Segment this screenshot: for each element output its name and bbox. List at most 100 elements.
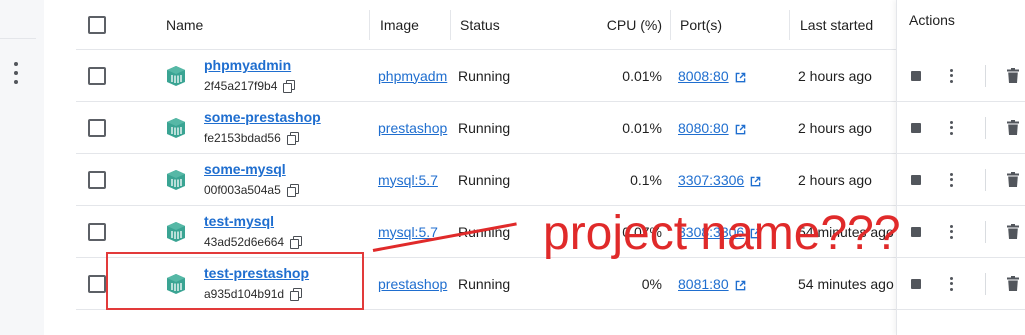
last-started-text: 54 minutes ago bbox=[798, 275, 894, 292]
column-divider bbox=[670, 10, 671, 40]
more-actions-icon[interactable] bbox=[950, 224, 954, 239]
image-link[interactable]: phpmyadm bbox=[378, 68, 447, 84]
row-checkbox[interactable] bbox=[88, 66, 106, 85]
column-divider bbox=[789, 10, 790, 40]
row-checkbox[interactable] bbox=[88, 274, 106, 293]
more-actions-icon[interactable] bbox=[950, 172, 954, 187]
column-header-cpu[interactable]: CPU (%) bbox=[552, 0, 662, 49]
action-divider bbox=[985, 116, 986, 139]
copy-icon[interactable] bbox=[283, 80, 296, 93]
status-text: Running bbox=[458, 119, 511, 136]
port-link[interactable]: 3307:3306 bbox=[678, 172, 744, 188]
container-id-row: 2f45a217f9b4 bbox=[204, 79, 296, 93]
row-checkbox[interactable] bbox=[88, 118, 106, 137]
annotation-highlight-box bbox=[106, 252, 364, 310]
stop-icon[interactable] bbox=[911, 70, 921, 81]
more-actions-icon[interactable] bbox=[950, 276, 954, 291]
stop-icon[interactable] bbox=[911, 278, 921, 289]
column-header-name[interactable]: Name bbox=[166, 0, 203, 49]
container-name-block: some-mysql 00f003a504a5 bbox=[204, 160, 299, 197]
cpu-usage: 0.01% bbox=[622, 67, 662, 84]
row-actions bbox=[897, 102, 1025, 154]
port-link[interactable]: 8008:80 bbox=[678, 68, 729, 84]
image-link[interactable]: prestashop bbox=[378, 120, 447, 136]
table-row[interactable]: some-mysql 00f003a504a5 mysql:5.7 Running 0.… bbox=[76, 154, 1025, 206]
port-cell: 8080:80 bbox=[678, 102, 746, 153]
container-id: 2f45a217f9b4 bbox=[204, 79, 278, 93]
port-cell: 8081:80 bbox=[678, 258, 746, 309]
port-link[interactable]: 8081:80 bbox=[678, 276, 729, 292]
column-header-last-started[interactable]: Last started bbox=[800, 0, 873, 49]
container-name-link[interactable]: some-prestashop bbox=[204, 108, 321, 126]
external-link-icon[interactable] bbox=[735, 70, 746, 83]
more-actions-icon[interactable] bbox=[950, 68, 954, 83]
column-header-image[interactable]: Image bbox=[380, 0, 419, 49]
port-cell: 8008:80 bbox=[678, 50, 746, 101]
stop-icon[interactable] bbox=[911, 226, 921, 237]
external-link-icon[interactable] bbox=[750, 174, 761, 187]
trash-icon[interactable] bbox=[1007, 119, 1019, 135]
action-divider bbox=[985, 168, 986, 191]
trash-icon[interactable] bbox=[1007, 67, 1019, 83]
copy-icon[interactable] bbox=[290, 236, 303, 249]
image-cell: phpmyadm bbox=[378, 50, 447, 101]
image-link[interactable]: prestashop bbox=[378, 276, 447, 292]
column-divider bbox=[369, 10, 370, 40]
column-header-ports[interactable]: Port(s) bbox=[680, 0, 722, 49]
left-sidebar-strip bbox=[0, 0, 44, 335]
select-all-checkbox[interactable] bbox=[88, 15, 106, 34]
container-id-row: 00f003a504a5 bbox=[204, 183, 299, 197]
container-name-link[interactable]: test-mysql bbox=[204, 212, 301, 230]
stop-icon[interactable] bbox=[911, 174, 921, 185]
container-id: fe2153bdad56 bbox=[204, 131, 281, 145]
row-actions bbox=[897, 206, 1025, 258]
container-icon bbox=[164, 65, 188, 87]
sidebar-divider bbox=[0, 38, 36, 39]
image-cell: prestashop bbox=[378, 102, 447, 153]
copy-icon[interactable] bbox=[286, 184, 299, 197]
container-icon bbox=[164, 169, 188, 191]
container-name-link[interactable]: some-mysql bbox=[204, 160, 298, 178]
actions-column: Actions bbox=[896, 0, 1025, 335]
container-id-row: fe2153bdad56 bbox=[204, 131, 321, 145]
container-id: 43ad52d6e664 bbox=[204, 235, 285, 249]
table-header: Name Image Status CPU (%) Port(s) Last s… bbox=[76, 0, 1025, 50]
container-id-row: 43ad52d6e664 bbox=[204, 235, 303, 249]
row-checkbox[interactable] bbox=[88, 170, 106, 189]
column-divider bbox=[450, 10, 451, 40]
port-link[interactable]: 8080:80 bbox=[678, 120, 729, 136]
action-divider bbox=[985, 64, 986, 87]
cpu-usage: 0.01% bbox=[622, 119, 662, 136]
trash-icon[interactable] bbox=[1007, 223, 1019, 239]
stop-icon[interactable] bbox=[911, 122, 921, 133]
container-icon bbox=[164, 117, 188, 139]
table-row[interactable]: some-prestashop fe2153bdad56 prestashop Run… bbox=[76, 102, 1025, 154]
container-icon bbox=[164, 221, 188, 243]
image-link[interactable]: mysql:5.7 bbox=[378, 172, 438, 188]
row-actions bbox=[897, 258, 1025, 310]
column-header-actions: Actions bbox=[909, 12, 955, 28]
sidebar-more-icon[interactable] bbox=[12, 62, 20, 84]
row-actions bbox=[897, 50, 1025, 102]
trash-icon[interactable] bbox=[1007, 275, 1019, 291]
action-divider bbox=[985, 272, 986, 295]
cpu-usage: 0.1% bbox=[630, 171, 662, 188]
container-name-block: phpmyadmin 2f45a217f9b4 bbox=[204, 56, 296, 93]
container-id: 00f003a504a5 bbox=[204, 183, 281, 197]
table-row[interactable]: phpmyadmin 2f45a217f9b4 phpmyadm Running 0.0… bbox=[76, 50, 1025, 102]
more-actions-icon[interactable] bbox=[950, 120, 954, 135]
image-link[interactable]: mysql:5.7 bbox=[378, 224, 438, 240]
container-name-block: test-mysql 43ad52d6e664 bbox=[204, 212, 303, 249]
row-actions bbox=[897, 154, 1025, 206]
last-started-text: 2 hours ago bbox=[798, 119, 872, 136]
copy-icon[interactable] bbox=[286, 132, 299, 145]
status-text: Running bbox=[458, 67, 511, 84]
column-header-status[interactable]: Status bbox=[460, 0, 500, 49]
external-link-icon[interactable] bbox=[735, 278, 746, 291]
row-checkbox[interactable] bbox=[88, 222, 106, 241]
trash-icon[interactable] bbox=[1007, 171, 1019, 187]
container-name-link[interactable]: phpmyadmin bbox=[204, 56, 294, 74]
image-cell: prestashop bbox=[378, 258, 447, 309]
external-link-icon[interactable] bbox=[735, 122, 746, 135]
last-started-text: 2 hours ago bbox=[798, 171, 872, 188]
